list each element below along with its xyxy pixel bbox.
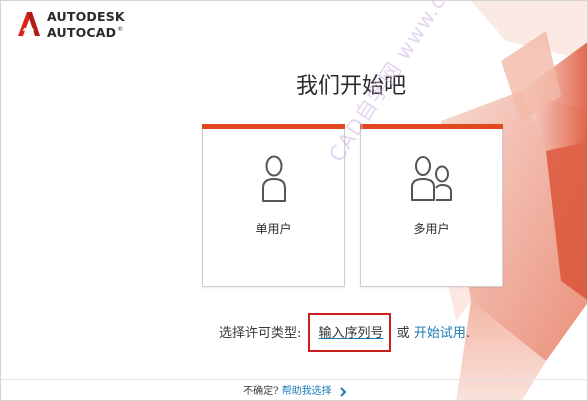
single-user-label: 单用户: [255, 222, 292, 236]
license-prompt: 选择许可类型:: [219, 326, 302, 341]
footer-divider: [1, 379, 587, 380]
enter-serial-link[interactable]: 输入序列号: [319, 326, 384, 341]
multi-user-icon: [361, 155, 502, 207]
or-text: 或: [392, 326, 414, 341]
chevron-right-icon[interactable]: [339, 386, 347, 397]
card-accent-bar: [202, 124, 345, 129]
help-me-choose-link[interactable]: 帮助我选择: [282, 386, 332, 397]
product-name: AUTOCAD®: [47, 24, 125, 40]
start-trial-link[interactable]: 开始试用: [414, 326, 466, 341]
license-type-line: 选择许可类型: 输入序列号 或 开始试用.: [219, 313, 470, 352]
autodesk-logo: AUTODESK AUTOCAD®: [16, 9, 125, 40]
product-name-text: AUTOCAD: [47, 24, 117, 40]
autodesk-a-logo-icon: [18, 12, 40, 36]
card-accent-bar: [360, 124, 503, 129]
single-user-card[interactable]: 单用户: [202, 124, 345, 287]
multi-user-label: 多用户: [413, 222, 450, 236]
unsure-question: 不确定?: [243, 386, 279, 397]
single-user-icon: [203, 155, 344, 207]
sentence-period: .: [465, 326, 470, 341]
footer: 不确定? 帮助我选择: [1, 382, 587, 397]
serial-highlight-box: 输入序列号: [307, 313, 391, 352]
trademark-symbol: ®: [117, 25, 124, 33]
brand-name: AUTODESK: [47, 9, 125, 24]
app-window: AUTODESK AUTOCAD® 我们开始吧 单用户 多用户 选择许可类型:: [0, 0, 588, 401]
multi-user-card[interactable]: 多用户: [360, 124, 503, 287]
page-title: 我们开始吧: [295, 74, 406, 99]
